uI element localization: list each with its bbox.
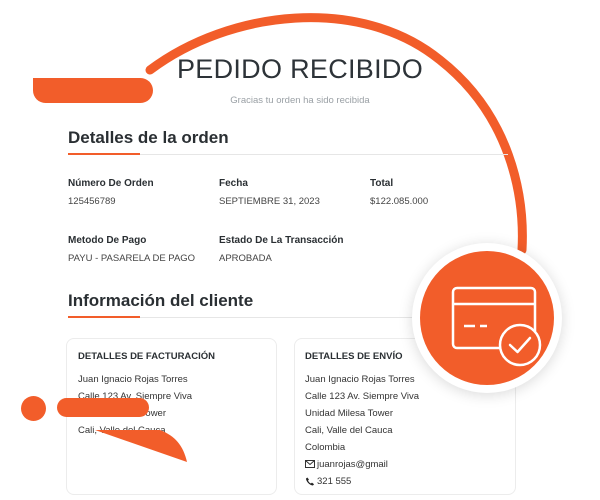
billing-card-title: DETALLES DE FACTURACIÓN <box>78 351 216 362</box>
page-subtitle: Gracias tu orden ha sido recibida <box>230 95 370 106</box>
decorative-pill-bottom <box>57 398 149 417</box>
billing-name: Juan Ignacio Rojas Torres <box>78 374 188 385</box>
shipping-card-title: DETALLES DE ENVÍO <box>305 351 403 362</box>
credit-card-check-icon <box>451 286 542 367</box>
envelope-icon <box>305 460 315 469</box>
shipping-country: Colombia <box>305 442 346 453</box>
order-number-label: Número De Orden <box>68 178 154 189</box>
shipping-email-row[interactable]: juanrojas@gmail <box>305 459 388 470</box>
decorative-dot <box>21 396 46 421</box>
shipping-unit: Unidad Milesa Tower <box>305 408 394 419</box>
shipping-phone-row[interactable]: 321 555 <box>305 476 351 487</box>
payment-method-label: Metodo De Pago <box>68 235 147 246</box>
payment-method-value: PAYU - PASARELA DE PAGO <box>68 253 196 264</box>
page-title: PEDIDO RECIBIDO <box>176 54 424 84</box>
order-number-value: 125456789 <box>68 196 116 207</box>
order-section-accent <box>68 153 140 155</box>
shipping-city: Cali, Valle del Cauca <box>305 425 393 436</box>
shipping-address: Calle 123 Av. Siempre Viva <box>305 391 420 402</box>
phone-icon <box>305 477 315 486</box>
shipping-email: juanrojas@gmail <box>317 459 388 470</box>
order-date-value: SEPTIEMBRE 31, 2023 <box>219 196 320 207</box>
client-section-title: Información del cliente <box>68 291 254 310</box>
order-section-title: Detalles de la orden <box>68 128 229 147</box>
order-date-label: Fecha <box>219 178 248 189</box>
order-total-label: Total <box>370 178 394 189</box>
decorative-wedge <box>95 430 187 462</box>
client-section-accent <box>68 316 140 318</box>
order-total-value: $122.085.000 <box>370 196 429 207</box>
transaction-status-label: Estado De La Transacción <box>219 235 344 246</box>
shipping-name: Juan Ignacio Rojas Torres <box>305 374 415 385</box>
shipping-phone: 321 555 <box>317 476 352 487</box>
payment-approved-badge <box>420 251 554 385</box>
transaction-status-value: APROBADA <box>219 253 272 264</box>
